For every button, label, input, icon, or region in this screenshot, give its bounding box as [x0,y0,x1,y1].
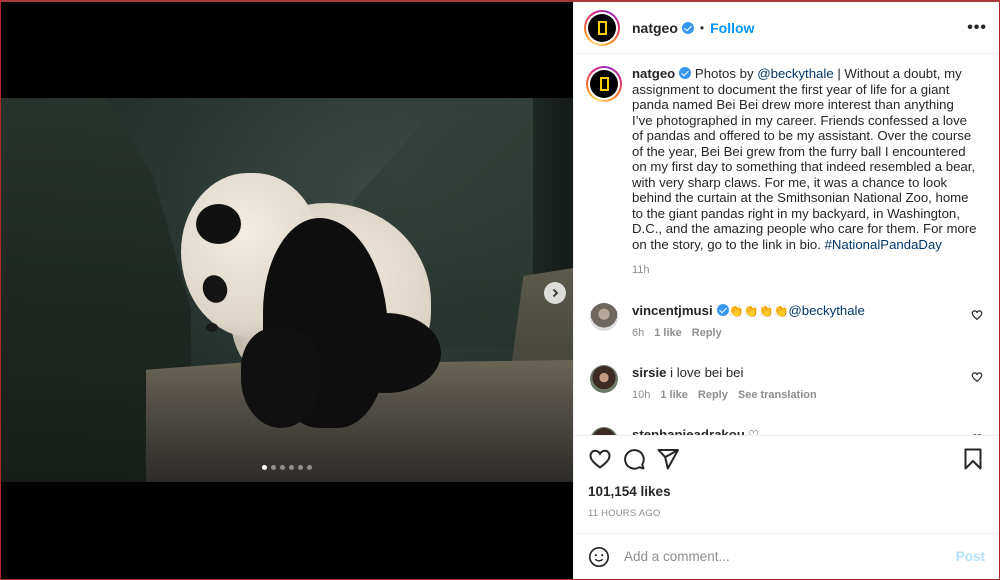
action-bar [574,436,999,482]
verified-badge-icon [681,21,694,34]
caption-text: | Without a doubt, my assignment to docu… [632,66,977,252]
post-timestamp: 11 HOURS AGO [588,508,661,519]
likes-count[interactable]: 101,154 likes [574,484,999,499]
comment-meta: 6h 1 like Reply [632,325,962,341]
carousel-dot [262,465,267,470]
post-comment-button[interactable]: Post [956,549,985,564]
comment-mention[interactable]: @beckythale [788,303,864,318]
comment-reply-button[interactable]: Reply [692,325,722,341]
carousel-dot [280,465,285,470]
verified-badge-icon [679,67,692,79]
caption-username[interactable]: natgeo [632,66,675,81]
see-translation-button[interactable]: See translation [738,387,817,403]
comment-body: stephanieadrakou ♡ 11h 7 likes Reply [632,427,962,436]
share-send-icon[interactable] [656,447,680,471]
separator: • [699,20,705,35]
panda-ear [196,204,241,244]
comment-emoji: 👏👏👏👏 [728,303,789,318]
comment-item: vincentjmusi 👏👏👏👏@beckythale 6h 1 like Re… [586,302,983,341]
carousel-dot [307,465,312,470]
comment-text: i love bei bei [666,364,744,380]
caption-avatar[interactable] [586,66,622,102]
comment-username[interactable]: stephanieadrakou [632,427,745,436]
panda-leg [331,313,441,393]
natgeo-logo-icon [590,70,618,98]
comment-likes[interactable]: 1 like [660,387,688,403]
more-options-icon[interactable]: ••• [967,19,987,37]
post-media [1,2,573,579]
comment-body: sirsie i love bei bei 10h 1 like Reply S… [632,365,962,403]
carousel-dot [271,465,276,470]
comment-meta: 10h 1 like Reply See translation [632,387,962,403]
carousel-indicator [262,465,312,470]
natgeo-logo-icon [588,13,616,42]
carousel-dot [289,465,294,470]
like-heart-icon[interactable] [588,447,612,471]
post-header: natgeo • Follow ••• [574,2,999,54]
comment-reply-button[interactable]: Reply [698,387,728,403]
caption-time: 11h [632,264,650,276]
caption-hashtag[interactable]: #NationalPandaDay [825,237,942,252]
post-photo[interactable] [1,98,573,482]
comment-bubble-icon[interactable] [622,447,646,471]
comment-time: 10h [632,388,651,401]
commenter-avatar[interactable] [590,302,618,331]
comment-like-heart-icon[interactable] [971,371,983,383]
caption: natgeo Photos by @beckythale | Without a… [586,66,983,279]
panda-arm [241,328,321,428]
comment-item: sirsie i love bei bei 10h 1 like Reply S… [586,364,983,403]
verified-badge-icon [716,303,729,316]
caption-prefix: Photos by [691,66,758,81]
author-username[interactable]: natgeo [632,20,678,36]
carousel-dot [298,465,303,470]
caption-mention[interactable]: @beckythale [757,66,833,81]
commenter-avatar[interactable] [590,364,618,393]
comment-item: stephanieadrakou ♡ 11h 7 likes Reply [586,426,983,436]
author-avatar[interactable] [584,9,620,46]
caption-body: natgeo Photos by @beckythale | Without a… [632,66,977,279]
comment-emoji: ♡ [744,427,759,436]
bookmark-icon[interactable] [961,447,985,471]
panda-nose [206,323,218,332]
comment-time: 6h [632,326,645,339]
emoji-icon[interactable] [588,546,610,568]
comment-username[interactable]: vincentjmusi [632,303,713,318]
commenter-avatar[interactable] [590,426,618,435]
comment-like-heart-icon[interactable] [971,309,983,321]
comment-body: vincentjmusi 👏👏👏👏@beckythale 6h 1 like Re… [632,303,962,341]
comment-username[interactable]: sirsie [632,365,666,380]
comment-likes[interactable]: 1 like [654,325,682,341]
post-panel: natgeo • Follow ••• natgeo Photos by @be… [573,2,999,579]
comment-input[interactable] [624,549,956,564]
chevron-right-icon [552,288,559,298]
carousel-next-button[interactable] [544,282,566,304]
follow-button[interactable]: Follow [710,20,754,36]
add-comment-bar: Post [574,533,999,579]
comments-list[interactable]: natgeo Photos by @beckythale | Without a… [574,54,999,436]
